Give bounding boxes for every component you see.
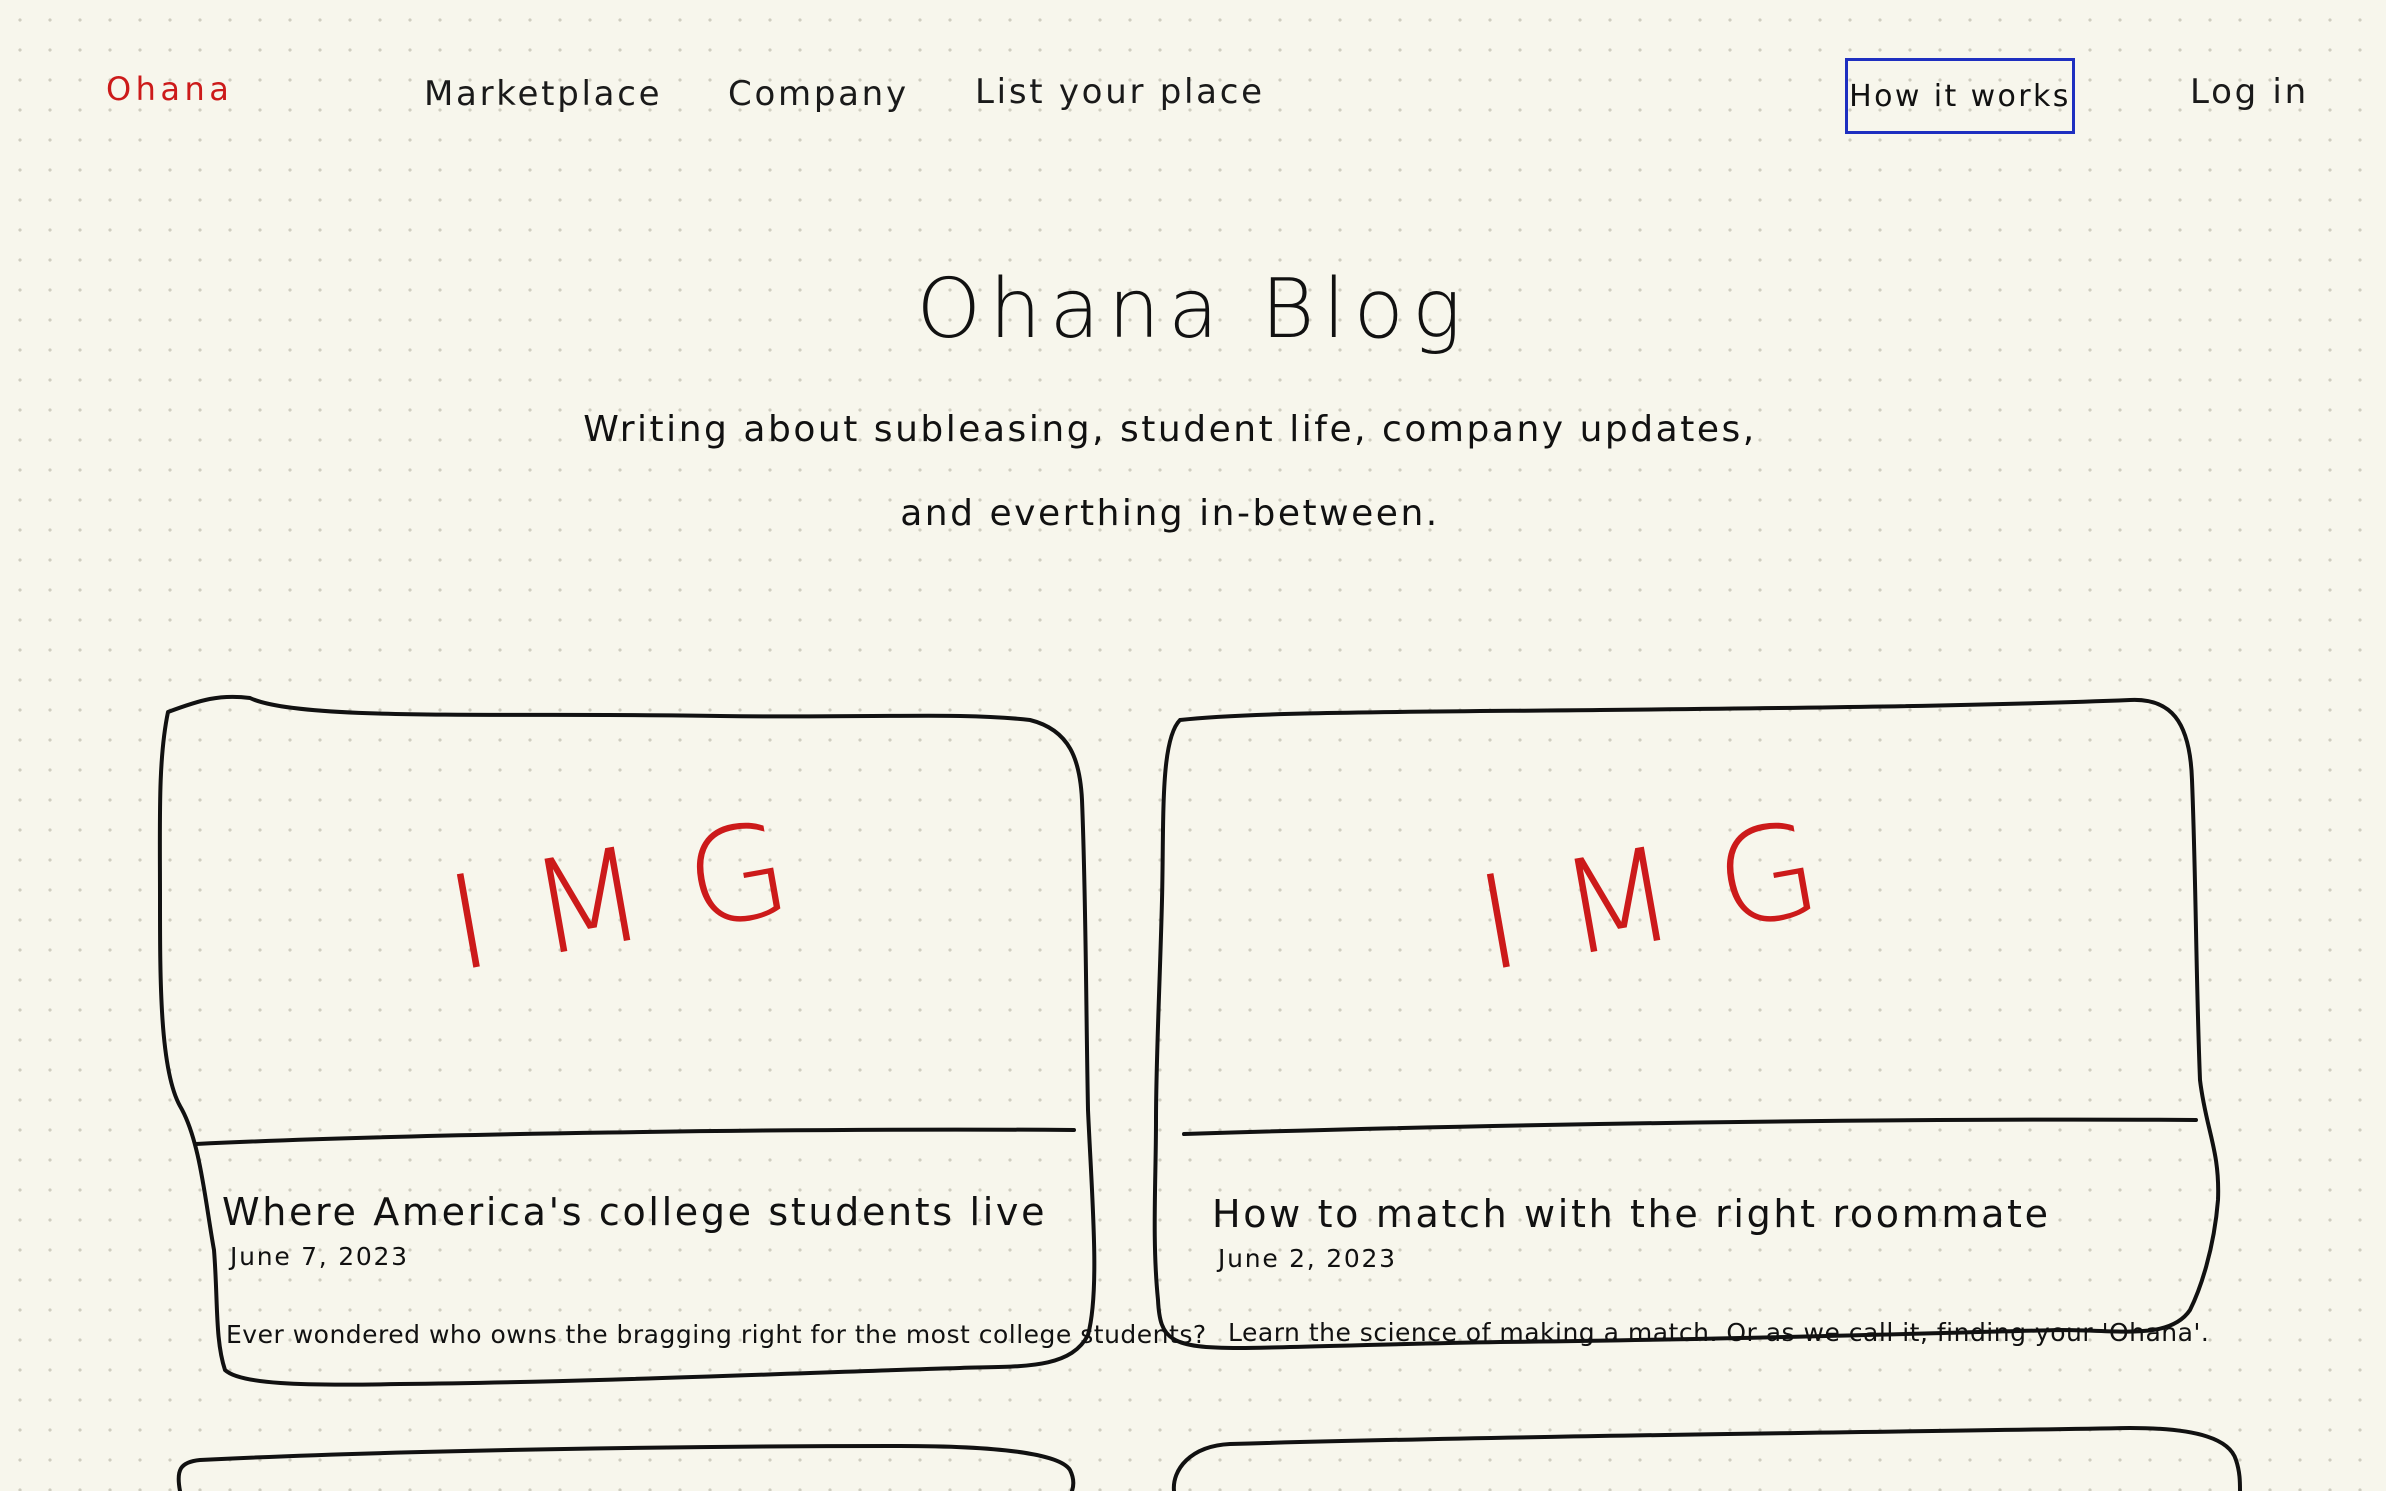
nav-link-list-your-place[interactable]: List your place [975,72,1265,112]
nav-link-company[interactable]: Company [728,74,909,114]
card-4-border [1171,1426,2242,1491]
logo[interactable]: Ohana [106,70,233,108]
card-2-date: June 2, 2023 [1218,1244,1397,1273]
card-1-date: June 7, 2023 [230,1242,409,1271]
card-1-excerpt: Ever wondered who owns the bragging righ… [226,1320,1207,1349]
how-it-works-button[interactable]: How it works [1845,58,2075,134]
card-2-title[interactable]: How to match with the right roommate [1212,1192,2051,1236]
card-3-border [176,1444,1076,1491]
card-1-title[interactable]: Where America's college students live [222,1190,1047,1234]
page-title: Ohana Blog [916,262,1470,357]
login-link[interactable]: Log in [2190,72,2309,112]
page-subtitle: Writing about subleasing, student life, … [583,409,1757,534]
blog-post-card-1[interactable] [160,700,1090,1385]
nav-link-marketplace[interactable]: Marketplace [424,74,662,114]
card-2-excerpt: Learn the science of making a match. Or … [1228,1318,2210,1347]
